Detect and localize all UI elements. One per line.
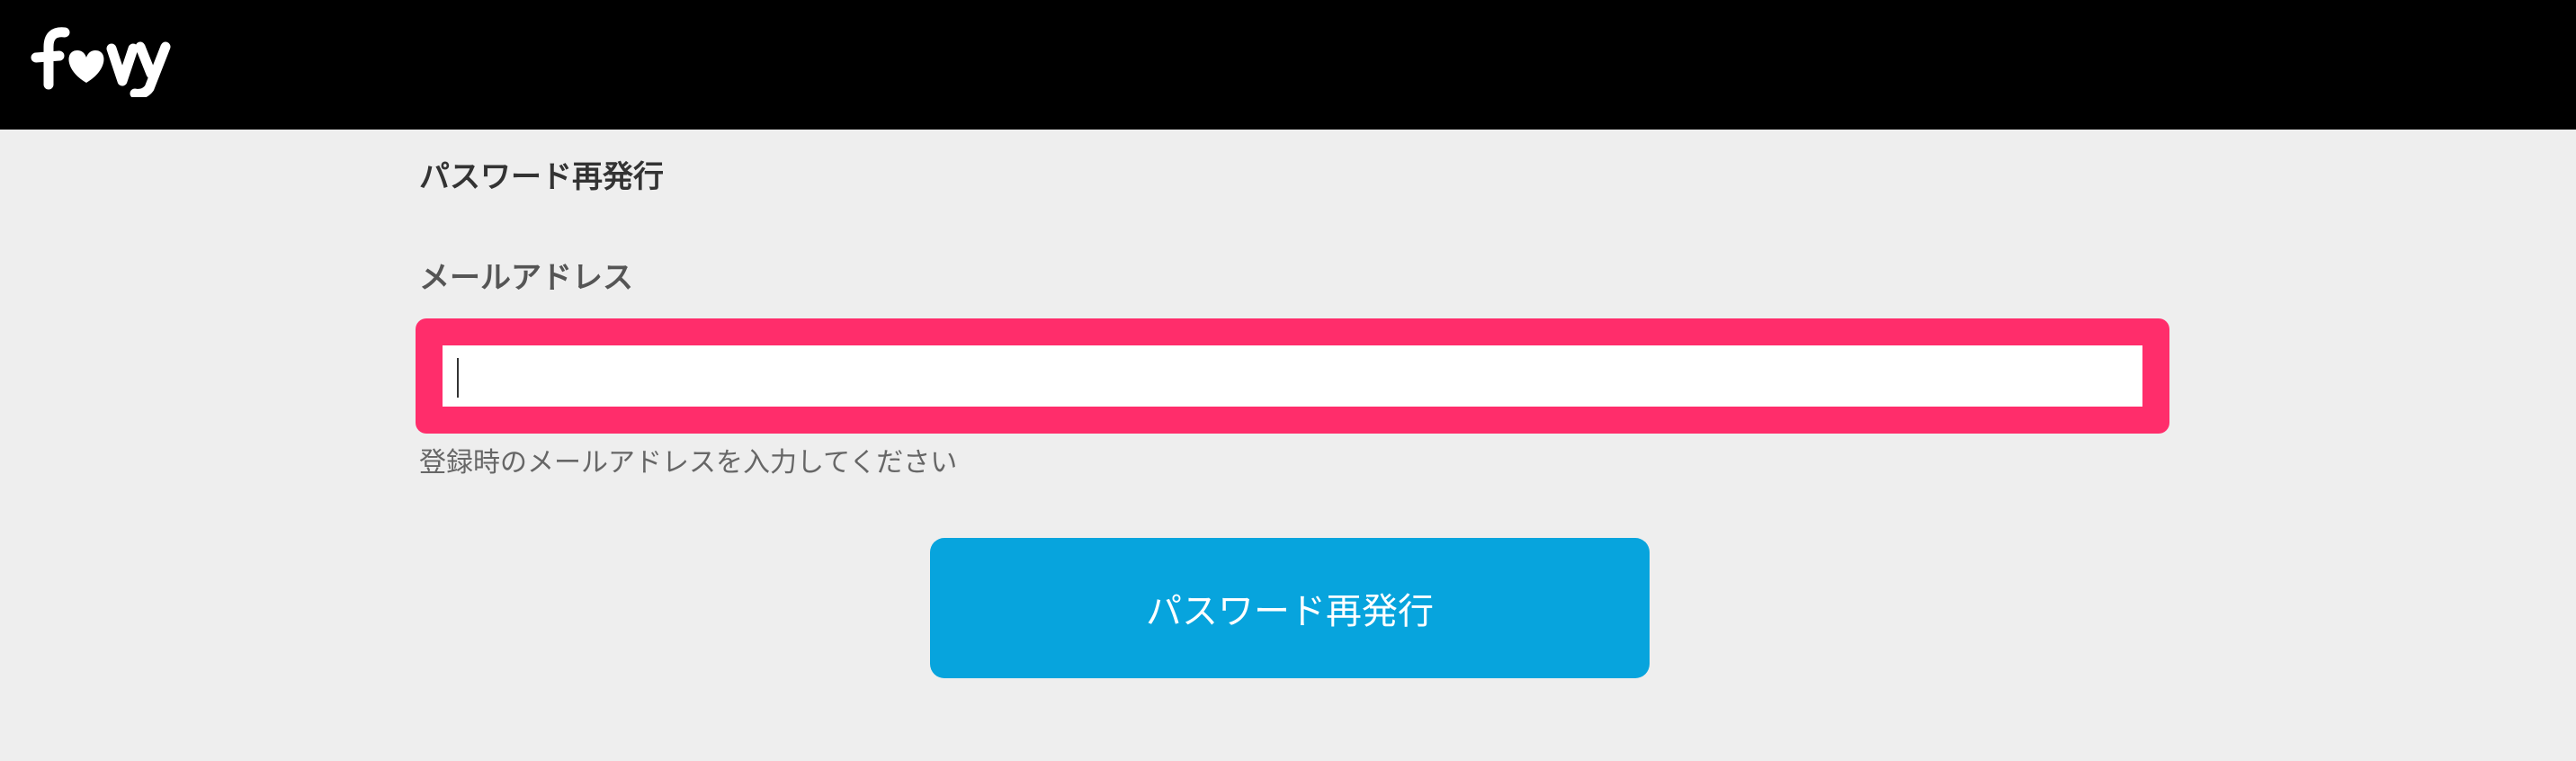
email-input[interactable] <box>443 345 2142 407</box>
email-label: メールアドレス <box>419 260 633 296</box>
site-header <box>0 0 2576 130</box>
page-title: パスワード再発行 <box>419 159 664 195</box>
reissue-password-button[interactable]: パスワード再発行 <box>930 538 1650 678</box>
favy-logo[interactable] <box>29 20 182 97</box>
email-field-focus-ring <box>416 318 2169 434</box>
password-reset-page: パスワード再発行 メールアドレス 登録時のメールアドレスを入力してください パス… <box>0 130 2576 761</box>
text-caret <box>457 358 459 398</box>
email-hint: 登録時のメールアドレスを入力してください <box>419 447 958 479</box>
